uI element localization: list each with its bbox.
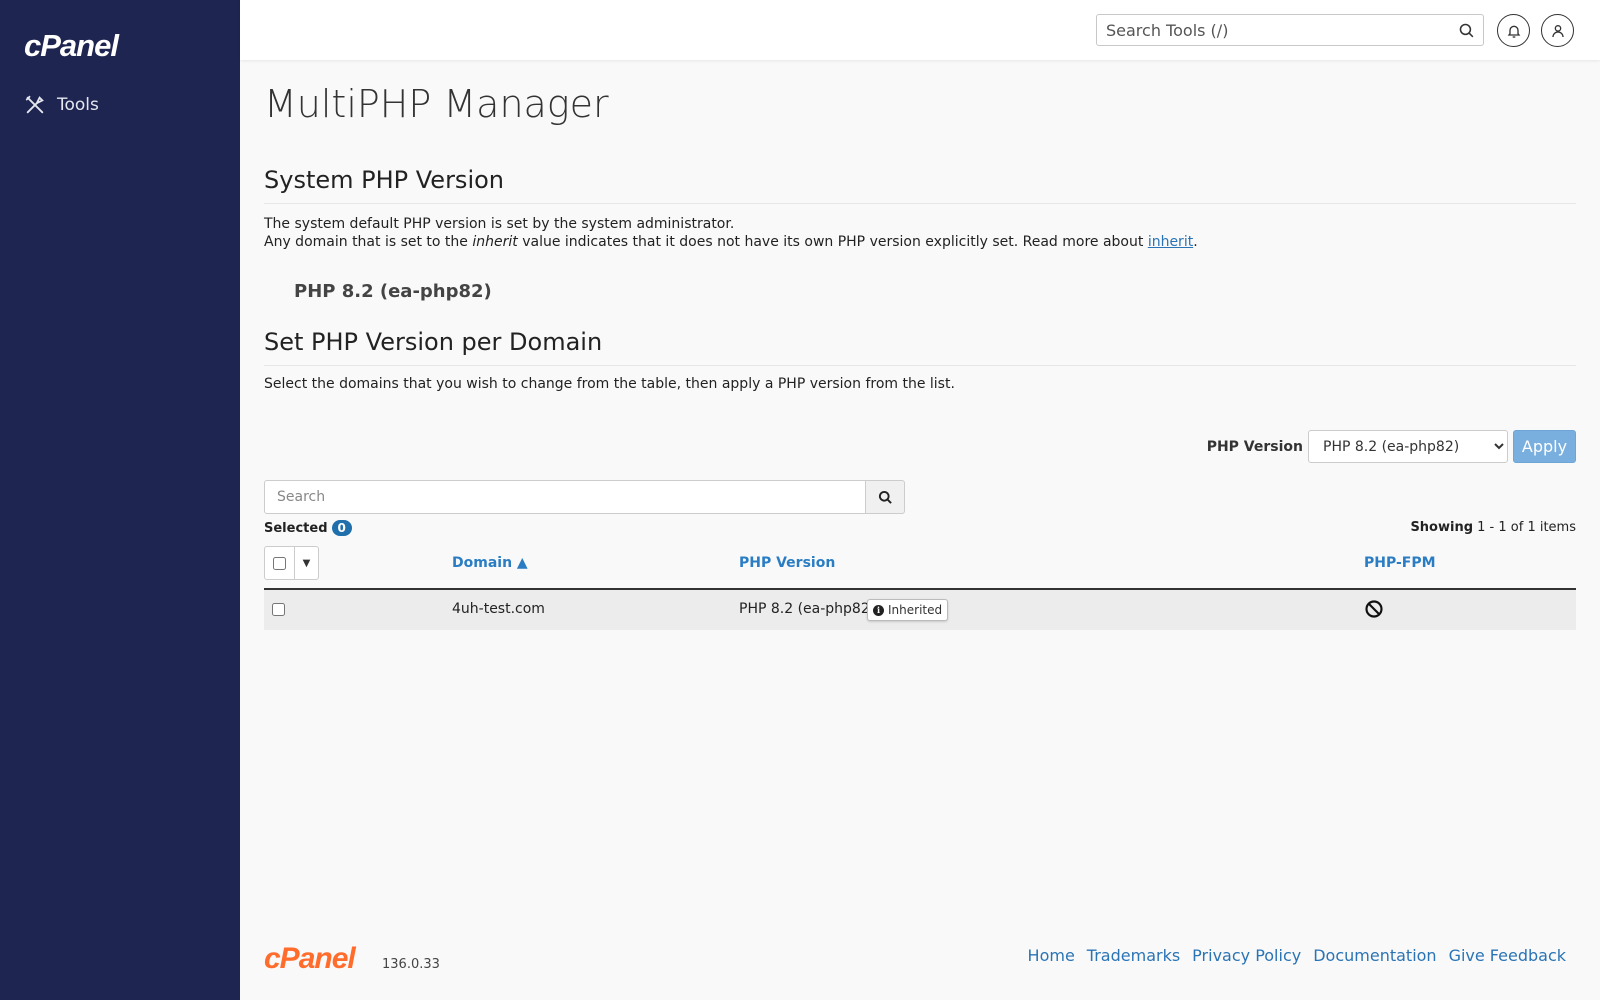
inherit-term: inherit [472, 234, 518, 250]
info-icon: i [873, 604, 884, 616]
inherited-label: Inherited [888, 603, 943, 617]
apply-button[interactable]: Apply [1513, 430, 1576, 463]
row-checkbox[interactable] [272, 603, 285, 616]
sidebar: cPanel Tools [0, 0, 240, 1000]
table-header: ▼ Domain ▲ PHP Version PHP-FPM [264, 546, 1576, 590]
showing-range: 1 - 1 of 1 items [1477, 520, 1576, 535]
selected-count: Selected 0 [264, 520, 352, 536]
system-php-line1: The system default PHP version is set by… [264, 216, 735, 232]
line2-end: . [1193, 234, 1198, 250]
tool-search-input[interactable] [1097, 15, 1483, 45]
footer-link-documentation[interactable]: Documentation [1313, 946, 1436, 965]
caret-down-icon: ▼ [302, 557, 311, 569]
bulk-select-dropdown[interactable]: ▼ [295, 546, 319, 580]
page-title: MultiPHP Manager [264, 82, 609, 126]
inherited-badge[interactable]: i Inherited [867, 599, 949, 621]
cpanel-logo[interactable]: cPanel [24, 28, 119, 64]
sidebar-item-label: Tools [57, 95, 99, 115]
row-php-version: PHP 8.2 (ea-php82) [739, 601, 876, 617]
column-header-domain[interactable]: Domain ▲ [452, 555, 528, 571]
selected-label: Selected [264, 520, 328, 536]
user-menu-button[interactable] [1541, 14, 1574, 47]
column-header-php-version[interactable]: PHP Version [739, 555, 835, 571]
php-version-controls: PHP Version PHP 8.2 (ea-php82) Apply [1207, 430, 1576, 463]
bulk-select: ▼ [264, 546, 319, 580]
domain-php-description: Select the domains that you wish to chan… [264, 376, 955, 392]
domain-search-button[interactable] [866, 480, 905, 514]
domain-search [264, 480, 905, 514]
user-icon [1551, 24, 1564, 37]
php-version-label: PHP Version [1206, 438, 1303, 455]
domain-search-input[interactable] [264, 480, 866, 514]
footer-link-privacy-policy[interactable]: Privacy Policy [1192, 946, 1301, 965]
system-php-heading: System PHP Version [264, 166, 1576, 204]
footer-link-give-feedback[interactable]: Give Feedback [1449, 946, 1566, 965]
inherit-link[interactable]: inherit [1148, 234, 1193, 250]
pagination-summary: Showing 1 - 1 of 1 items [1410, 520, 1576, 535]
version-number: 136.0.33 [382, 957, 440, 972]
showing-label: Showing [1410, 520, 1474, 535]
search-icon[interactable] [1458, 22, 1475, 39]
notifications-button[interactable] [1497, 14, 1530, 47]
select-all-checkbox[interactable] [273, 556, 286, 570]
row-domain: 4uh-test.com [452, 601, 545, 617]
cpanel-footer-logo: cPanel [264, 942, 356, 975]
system-php-line2: Any domain that is set to the inherit va… [264, 233, 1198, 251]
system-php-description: The system default PHP version is set by… [264, 215, 1198, 251]
footer-link-trademarks[interactable]: Trademarks [1087, 946, 1180, 965]
line2-text-cont: value indicates that it does not have it… [517, 234, 1148, 250]
sidebar-item-tools[interactable]: Tools [24, 94, 99, 116]
domain-php-heading: Set PHP Version per Domain [264, 328, 1576, 366]
top-bar [240, 0, 1600, 60]
system-php-version: PHP 8.2 (ea-php82) [294, 281, 492, 302]
tools-icon [25, 95, 44, 114]
php-version-select[interactable]: PHP 8.2 (ea-php82) [1308, 430, 1508, 463]
line2-text: Any domain that is set to the [264, 234, 473, 250]
bell-icon [1507, 25, 1520, 38]
disabled-icon [1365, 600, 1383, 618]
table-row: 4uh-test.com PHP 8.2 (ea-php82) i Inheri… [264, 590, 1576, 630]
footer: cPanel 136.0.33 Home Trademarks Privacy … [264, 942, 1576, 982]
select-all-box [264, 546, 295, 580]
tool-search-box [1096, 14, 1484, 46]
footer-link-home[interactable]: Home [1028, 946, 1075, 965]
footer-links: Home Trademarks Privacy Policy Documenta… [1028, 946, 1566, 965]
search-icon [878, 490, 892, 504]
column-header-php-fpm[interactable]: PHP-FPM [1364, 555, 1436, 571]
selected-count-badge: 0 [331, 520, 352, 536]
